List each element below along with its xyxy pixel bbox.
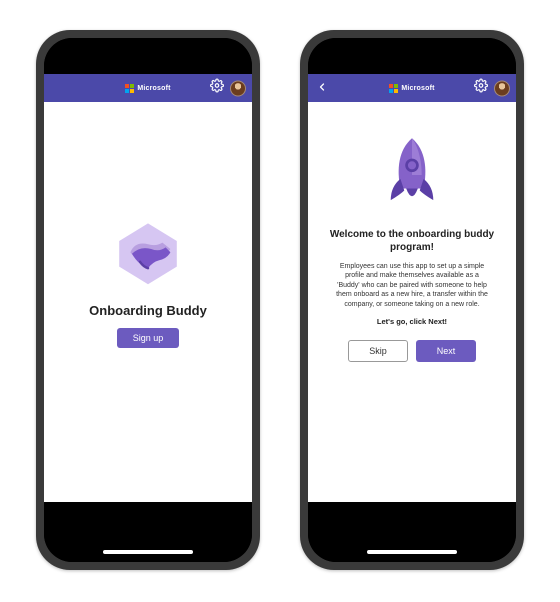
user-avatar[interactable] [494, 80, 510, 96]
app-header: Microsoft [308, 74, 516, 102]
signup-button[interactable]: Sign up [117, 328, 180, 348]
back-icon[interactable] [316, 81, 328, 95]
settings-icon[interactable] [474, 79, 488, 98]
phone-screen-2: Microsoft Welco [308, 38, 516, 562]
status-bar [308, 38, 516, 74]
settings-icon[interactable] [210, 79, 224, 98]
user-avatar[interactable] [230, 80, 246, 96]
phone-frame-1: Microsoft Onboarding Buddy Sign up [36, 30, 260, 570]
rocket-icon [382, 136, 442, 214]
brand-label: Microsoft [401, 85, 434, 92]
app-title: Onboarding Buddy [89, 303, 207, 318]
header-actions [474, 79, 510, 98]
home-indicator [103, 550, 193, 554]
microsoft-logo-icon [389, 84, 398, 93]
app-header: Microsoft [44, 74, 252, 102]
status-bar [44, 38, 252, 74]
welcome-cta: Let's go, click Next! [377, 317, 447, 326]
welcome-title: Welcome to the onboarding buddy program! [328, 228, 496, 254]
home-indicator [367, 550, 457, 554]
next-button[interactable]: Next [416, 340, 476, 362]
microsoft-logo: Microsoft [389, 84, 434, 93]
microsoft-logo: Microsoft [125, 84, 170, 93]
welcome-button-row: Skip Next [348, 340, 476, 362]
header-actions [210, 79, 246, 98]
bottom-bar [308, 502, 516, 562]
microsoft-logo-icon [125, 84, 134, 93]
screen-signup: Onboarding Buddy Sign up [44, 102, 252, 502]
skip-button[interactable]: Skip [348, 340, 408, 362]
screen-welcome: Welcome to the onboarding buddy program!… [308, 102, 516, 502]
phone-frame-2: Microsoft Welco [300, 30, 524, 570]
brand-label: Microsoft [137, 85, 170, 92]
phone-screen-1: Microsoft Onboarding Buddy Sign up [44, 38, 252, 562]
bottom-bar [44, 502, 252, 562]
welcome-description: Employees can use this app to set up a s… [328, 262, 496, 309]
handshake-icon [108, 217, 188, 289]
